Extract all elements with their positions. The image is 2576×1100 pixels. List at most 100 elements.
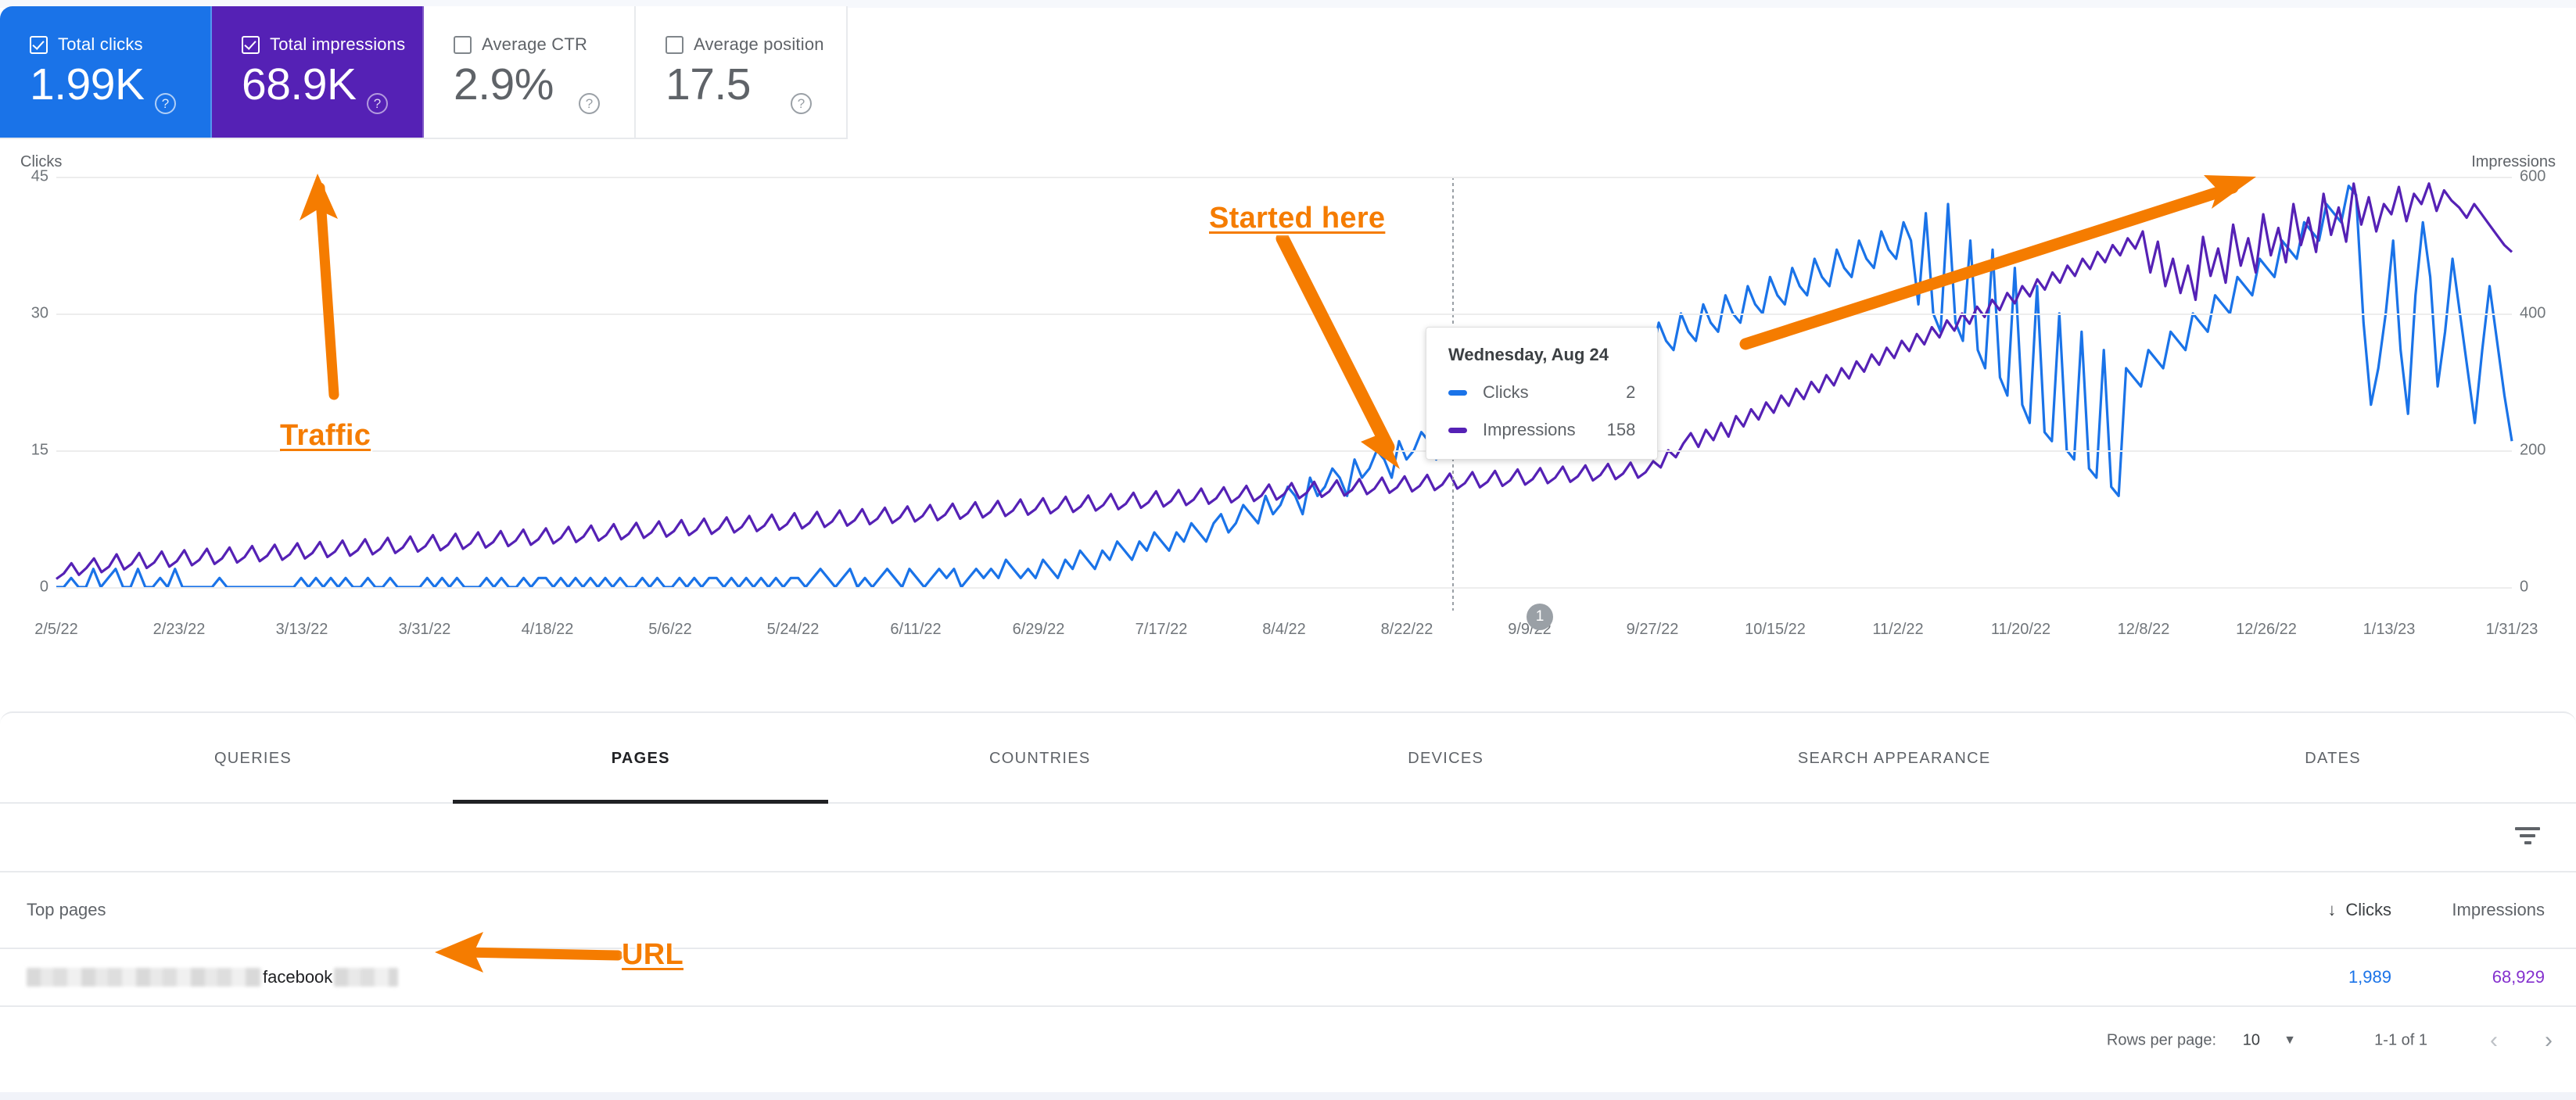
tab-pages[interactable]: PAGES bbox=[453, 713, 829, 804]
legend-dash-clicks bbox=[1448, 389, 1467, 396]
x-axis-tick-label: 6/29/22 bbox=[1012, 621, 1065, 638]
performance-chart: Clicks Impressions 0 0 15 200 30 400 45 600 2/5… bbox=[0, 153, 2576, 711]
chart-gridline bbox=[56, 450, 2512, 452]
table-cell-url[interactable]: facebook bbox=[27, 967, 399, 987]
tab-dates[interactable]: DATES bbox=[2145, 713, 2520, 804]
pagination-controls: Rows per page: 10 ▼ 1-1 of 1 ‹ › bbox=[0, 1007, 2576, 1074]
help-circle-icon[interactable]: ? bbox=[155, 93, 176, 114]
checkbox-total-clicks[interactable] bbox=[30, 35, 48, 54]
metric-value: 68.9K bbox=[242, 59, 357, 109]
column-header-impressions[interactable]: Impressions bbox=[2452, 900, 2545, 920]
url-visible-text: facebook bbox=[263, 967, 333, 987]
chart-series bbox=[56, 177, 2512, 587]
rows-per-page-value[interactable]: 10 bbox=[2243, 1032, 2260, 1050]
x-axis-tick-label: 9/27/22 bbox=[1626, 621, 1679, 638]
x-axis-tick-label: 3/13/22 bbox=[275, 621, 328, 638]
chart-line-impressions bbox=[56, 184, 2512, 579]
x-axis-tick-label: 10/15/22 bbox=[1745, 621, 1806, 638]
chart-line-clicks bbox=[56, 186, 2512, 587]
column-header-clicks[interactable]: ↓ Clicks bbox=[2327, 900, 2391, 920]
filter-funnel-icon[interactable] bbox=[2515, 827, 2540, 847]
sort-descending-icon: ↓ bbox=[2327, 900, 2337, 919]
metric-card-header: Total impressions bbox=[242, 34, 422, 55]
table-cell-clicks: 1,989 bbox=[2348, 967, 2391, 987]
tab-queries[interactable]: QUERIES bbox=[66, 713, 441, 804]
metric-card-header: Average CTR bbox=[454, 34, 634, 55]
metric-value: 2.9% bbox=[454, 59, 554, 109]
help-circle-icon[interactable]: ? bbox=[791, 93, 812, 114]
x-axis-tick-label: 11/20/22 bbox=[1990, 621, 2051, 638]
metric-card-average-ctr[interactable]: Average CTR 2.9% ? bbox=[424, 6, 636, 138]
annotation-label-started-here: Started here bbox=[1209, 202, 1386, 235]
x-axis-tick-label: 3/31/22 bbox=[398, 621, 451, 638]
x-axis-tick-label: 7/17/22 bbox=[1135, 621, 1188, 638]
chart-gridline bbox=[56, 587, 2512, 589]
x-axis-tick-label: 1/13/23 bbox=[2363, 621, 2416, 638]
tab-label: PAGES bbox=[611, 749, 670, 767]
tab-label: DATES bbox=[2305, 749, 2361, 767]
table-row[interactable]: facebook 1,989 68,929 bbox=[0, 949, 2576, 1007]
tooltip-metric-name: Impressions bbox=[1483, 420, 1576, 439]
help-circle-icon[interactable]: ? bbox=[579, 93, 600, 114]
x-axis-tick-label: 11/2/22 bbox=[1872, 621, 1924, 638]
cards-divider bbox=[0, 138, 848, 139]
metric-label: Average CTR bbox=[482, 34, 588, 54]
tab-label: DEVICES bbox=[1408, 749, 1484, 767]
next-page-button[interactable]: › bbox=[2545, 1027, 2553, 1054]
metric-card-average-position[interactable]: Average position 17.5 ? bbox=[636, 6, 848, 138]
checkbox-total-impressions[interactable] bbox=[242, 35, 260, 54]
filter-bar bbox=[0, 804, 2576, 872]
previous-page-button[interactable]: ‹ bbox=[2490, 1027, 2498, 1054]
pagination-range: 1-1 of 1 bbox=[2374, 1031, 2427, 1049]
metric-card-header: Average position bbox=[666, 34, 846, 55]
dimension-table-panel: QUERIES PAGES COUNTRIES DEVICES SEARCH APPEA… bbox=[0, 711, 2576, 1100]
tooltip-metric-value: 2 bbox=[1626, 382, 1636, 402]
right-axis-tick: 400 bbox=[2520, 304, 2546, 322]
tooltip-row-clicks: Clicks 2 bbox=[1448, 382, 1635, 403]
help-circle-icon[interactable]: ? bbox=[367, 93, 388, 114]
metric-label: Average position bbox=[694, 34, 824, 54]
tab-devices[interactable]: DEVICES bbox=[1258, 713, 1634, 804]
x-axis-tick-label: 6/11/22 bbox=[890, 621, 942, 638]
metric-card-total-impressions[interactable]: Total impressions 68.9K ? bbox=[212, 6, 424, 138]
column-header-top-pages: Top pages bbox=[27, 900, 106, 919]
redacted-url-prefix bbox=[27, 968, 261, 987]
x-axis-tick-label: 12/26/22 bbox=[2236, 621, 2297, 638]
page-bottom-strip bbox=[0, 1092, 2576, 1100]
tab-countries[interactable]: COUNTRIES bbox=[852, 713, 1228, 804]
rows-per-page-label: Rows per page: bbox=[2106, 1031, 2216, 1049]
metric-card-header: Total clicks bbox=[30, 34, 210, 55]
dimension-tabs: QUERIES PAGES COUNTRIES DEVICES SEARCH APPEA… bbox=[0, 713, 2576, 804]
left-axis-tick: 30 bbox=[30, 304, 48, 322]
search-console-performance-page: Total clicks 1.99K ? Total impressions 6… bbox=[0, 0, 2576, 1100]
tooltip-metric-value: 158 bbox=[1606, 420, 1636, 439]
right-axis-tick: 200 bbox=[2520, 441, 2546, 459]
x-axis-tick-label: 2/23/22 bbox=[152, 621, 206, 638]
right-axis-tick: 600 bbox=[2520, 167, 2546, 185]
chart-gridline bbox=[56, 177, 2512, 178]
redacted-url-suffix bbox=[334, 968, 399, 987]
tab-search-appearance[interactable]: SEARCH APPEARANCE bbox=[1706, 713, 2082, 804]
chart-plot-area[interactable]: 0 0 15 200 30 400 45 600 bbox=[31, 168, 2546, 611]
metric-card-total-clicks[interactable]: Total clicks 1.99K ? bbox=[0, 6, 212, 138]
tooltip-date: Wednesday, Aug 24 bbox=[1448, 345, 1609, 364]
annotation-label-url: URL bbox=[622, 938, 683, 971]
tooltip-row-impressions: Impressions 158 bbox=[1448, 420, 1635, 440]
x-axis-tick-label: 1/31/23 bbox=[2485, 621, 2538, 638]
metric-cards: Total clicks 1.99K ? Total impressions 6… bbox=[0, 6, 848, 138]
checkbox-average-position[interactable] bbox=[666, 35, 683, 54]
chevron-down-icon[interactable]: ▼ bbox=[2284, 1034, 2296, 1048]
chart-tooltip: Wednesday, Aug 24 Clicks 2 Impressions 1… bbox=[1426, 327, 1659, 460]
annotation-label-traffic: Traffic bbox=[280, 419, 371, 452]
table-cell-impressions: 68,929 bbox=[2492, 967, 2545, 987]
table-header-row: Top pages ↓ Clicks Impressions bbox=[0, 872, 2576, 949]
tab-label: QUERIES bbox=[213, 749, 292, 767]
x-axis-tick-label: 2/5/22 bbox=[34, 621, 78, 638]
metric-value: 17.5 bbox=[666, 59, 751, 109]
x-axis-tick-label: 8/4/22 bbox=[1262, 621, 1306, 638]
x-axis-tick-label: 12/8/22 bbox=[2117, 621, 2170, 638]
checkbox-average-ctr[interactable] bbox=[454, 35, 472, 54]
tooltip-metric-name: Clicks bbox=[1483, 382, 1529, 402]
chart-x-axis-labels: 2/5/22 2/23/22 3/13/22 3/31/22 4/18/22 5/6/22… bbox=[34, 621, 2538, 647]
chart-annotation-marker[interactable]: 1 bbox=[1527, 604, 1553, 630]
